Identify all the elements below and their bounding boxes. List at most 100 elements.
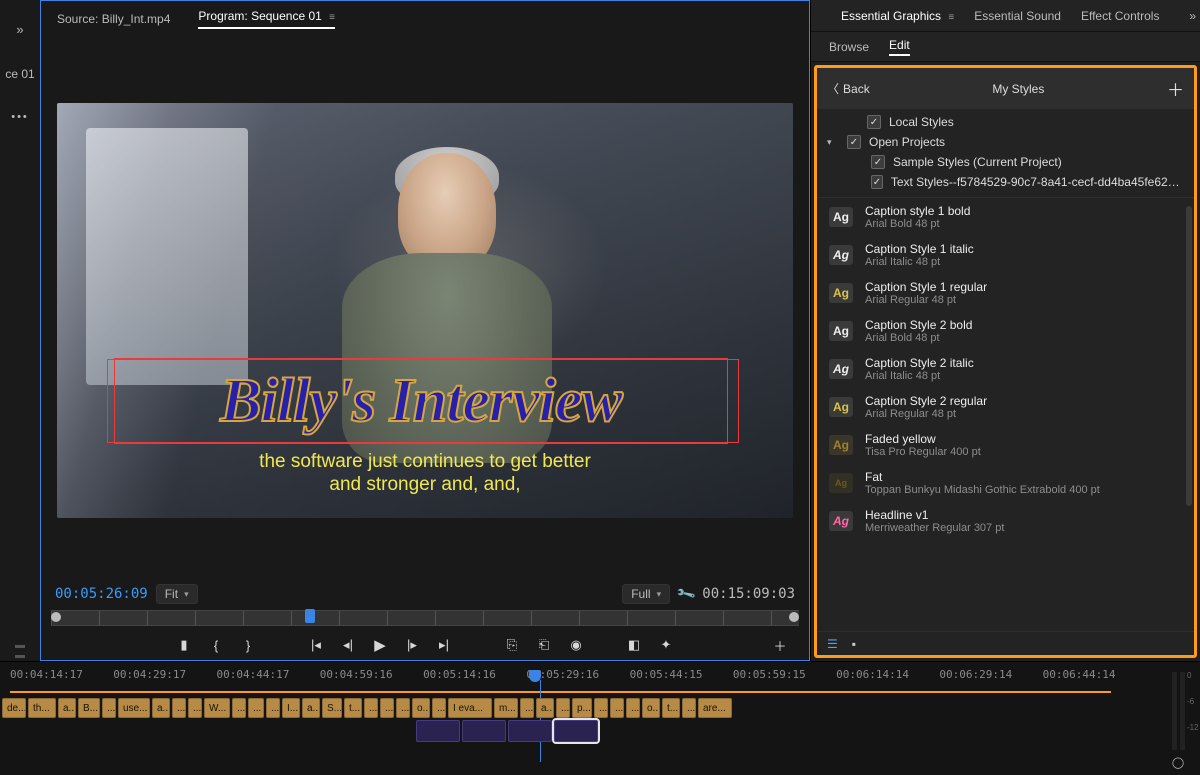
panel-menu-icon[interactable]: ≡ — [948, 12, 954, 23]
chevron-right-icon[interactable]: » — [1189, 9, 1196, 23]
filter-local[interactable]: Local Styles — [827, 115, 1184, 129]
safe-margins-icon[interactable]: ✦ — [659, 637, 673, 653]
goto-in-icon[interactable]: |◂ — [309, 637, 323, 653]
caption-clip[interactable]: I eva... — [448, 698, 492, 718]
play-icon[interactable]: ▶ — [373, 636, 387, 654]
caption-clip[interactable]: ... — [364, 698, 378, 718]
caption-clip[interactable]: o... — [642, 698, 660, 718]
style-item[interactable]: Ag Caption Style 2 regular Arial Regular… — [817, 388, 1194, 426]
caption-clip[interactable]: a... — [152, 698, 170, 718]
tab-source[interactable]: Source: Billy_Int.mp4 — [57, 12, 170, 26]
caption-clip[interactable]: a... — [302, 698, 320, 718]
caption-clip[interactable]: S... — [322, 698, 342, 718]
caption-clip[interactable]: a... — [58, 698, 76, 718]
list-view-icon[interactable]: ☰ — [827, 637, 838, 651]
timecode-out[interactable]: 00:15:09:03 — [702, 586, 795, 602]
checkbox-icon[interactable] — [867, 115, 881, 129]
caption-clip[interactable]: t... — [344, 698, 362, 718]
goto-out-icon[interactable]: ▸| — [437, 637, 451, 653]
caption-clip[interactable]: de... — [2, 698, 26, 718]
timeline-track-area[interactable]: 00:04:14:1700:04:29:1700:04:44:1700:04:5… — [0, 662, 1156, 775]
chevron-down-icon[interactable]: ▾ — [827, 137, 839, 148]
style-item[interactable]: Ag Caption style 1 bold Arial Bold 48 pt — [817, 198, 1194, 236]
compare-icon[interactable]: ◧ — [627, 637, 641, 653]
lift-icon[interactable]: ⎘ — [505, 637, 519, 653]
subtab-browse[interactable]: Browse — [829, 40, 869, 54]
caption-clip[interactable]: are... — [698, 698, 732, 718]
mini-timeline[interactable] — [51, 610, 799, 626]
caption-clip[interactable]: I... — [282, 698, 300, 718]
mark-in-icon[interactable]: ▮ — [177, 637, 191, 653]
caption-clip[interactable]: ... — [626, 698, 640, 718]
zoom-select[interactable]: Fit▾ — [156, 584, 198, 604]
bracket-open-icon[interactable]: { — [209, 638, 223, 653]
panel-menu-icon[interactable]: ≡ — [329, 12, 335, 23]
filter-open-projects[interactable]: ▾ Open Projects — [827, 135, 1184, 149]
extract-icon[interactable]: ⎗ — [537, 637, 551, 653]
caption-clip[interactable]: m... — [494, 698, 518, 718]
caption-clip[interactable]: ... — [102, 698, 116, 718]
filter-sample[interactable]: Sample Styles (Current Project) — [827, 155, 1184, 169]
mini-playhead[interactable] — [305, 609, 315, 623]
subtab-edit[interactable]: Edit — [889, 38, 910, 56]
caption-clip[interactable]: W... — [204, 698, 230, 718]
scrollbar-handle-right[interactable] — [789, 612, 799, 622]
caption-clip[interactable]: p... — [572, 698, 592, 718]
scrollbar-handle-left[interactable] — [51, 612, 61, 622]
caption-clip[interactable]: o... — [412, 698, 430, 718]
caption-clip[interactable]: B... — [78, 698, 100, 718]
video-viewer[interactable]: Billy's Interview the software just cont… — [57, 103, 793, 518]
settings-icon[interactable]: 🔧 — [675, 583, 697, 605]
back-button[interactable]: 〈Back — [827, 80, 870, 97]
style-item[interactable]: Ag Caption Style 1 italic Arial Italic 4… — [817, 236, 1194, 274]
grid-view-icon[interactable]: ▪ — [852, 637, 856, 651]
caption-clip[interactable]: ... — [520, 698, 534, 718]
caption-clip[interactable]: ... — [610, 698, 624, 718]
caption-clip[interactable]: a... — [536, 698, 554, 718]
caption-clip[interactable]: ... — [396, 698, 410, 718]
step-back-icon[interactable]: ◂| — [341, 637, 355, 653]
chevron-right-icon[interactable]: » — [16, 22, 23, 37]
video-clip[interactable] — [416, 720, 460, 742]
caption-clip[interactable]: ... — [556, 698, 570, 718]
caption-clip[interactable]: ... — [248, 698, 264, 718]
caption-clip[interactable]: ... — [380, 698, 394, 718]
bracket-close-icon[interactable]: } — [241, 638, 255, 653]
tab-effect-controls[interactable]: Effect Controls — [1081, 9, 1159, 23]
checkbox-icon[interactable] — [871, 155, 885, 169]
video-clip[interactable] — [462, 720, 506, 742]
caption-clip[interactable]: ... — [232, 698, 246, 718]
style-item[interactable]: Ag Faded yellow Tisa Pro Regular 400 pt — [817, 426, 1194, 464]
step-fwd-icon[interactable]: |▸ — [405, 637, 419, 653]
style-item[interactable]: Ag Caption Style 1 regular Arial Regular… — [817, 274, 1194, 312]
caption-clip[interactable]: ... — [594, 698, 608, 718]
caption-clip[interactable]: ... — [266, 698, 280, 718]
timecode-in[interactable]: 00:05:26:09 — [55, 586, 148, 602]
tab-program[interactable]: Program: Sequence 01 ≡ — [198, 9, 335, 29]
title-text[interactable]: Billy's Interview — [220, 366, 622, 437]
more-icon[interactable]: ••• — [11, 111, 29, 123]
title-graphic-bounds[interactable]: Billy's Interview — [107, 359, 739, 443]
video-clip[interactable] — [508, 720, 552, 742]
checkbox-icon[interactable] — [847, 135, 861, 149]
new-style-icon[interactable]: ＋ — [1167, 76, 1184, 101]
solo-icon[interactable]: ◯ — [1172, 756, 1184, 769]
caption-clip[interactable]: use... — [118, 698, 150, 718]
style-item[interactable]: Ag Caption Style 2 italic Arial Italic 4… — [817, 350, 1194, 388]
caption-clip[interactable]: t... — [662, 698, 680, 718]
caption-clip[interactable]: ... — [172, 698, 186, 718]
styles-list[interactable]: Ag Caption style 1 bold Arial Bold 48 pt… — [817, 198, 1194, 631]
style-item[interactable]: Ag Caption Style 2 bold Arial Bold 48 pt — [817, 312, 1194, 350]
caption-clip[interactable]: ... — [188, 698, 202, 718]
caption-clip[interactable]: th... — [28, 698, 56, 718]
filter-file[interactable]: Text Styles--f5784529-90c7-8a41-cecf-dd4… — [827, 175, 1184, 189]
caption-clip[interactable]: ... — [432, 698, 446, 718]
tab-essential-sound[interactable]: Essential Sound — [974, 9, 1061, 23]
style-item[interactable]: Ag Headline v1 Merriweather Regular 307 … — [817, 502, 1194, 540]
resolution-select[interactable]: Full▾ — [622, 584, 670, 604]
checkbox-icon[interactable] — [871, 175, 883, 189]
scrollbar[interactable] — [1186, 206, 1192, 506]
button-editor-icon[interactable]: ＋ — [773, 636, 787, 655]
video-clip-selected[interactable] — [554, 720, 598, 742]
tab-essential-graphics[interactable]: Essential Graphics ≡ — [841, 9, 954, 23]
